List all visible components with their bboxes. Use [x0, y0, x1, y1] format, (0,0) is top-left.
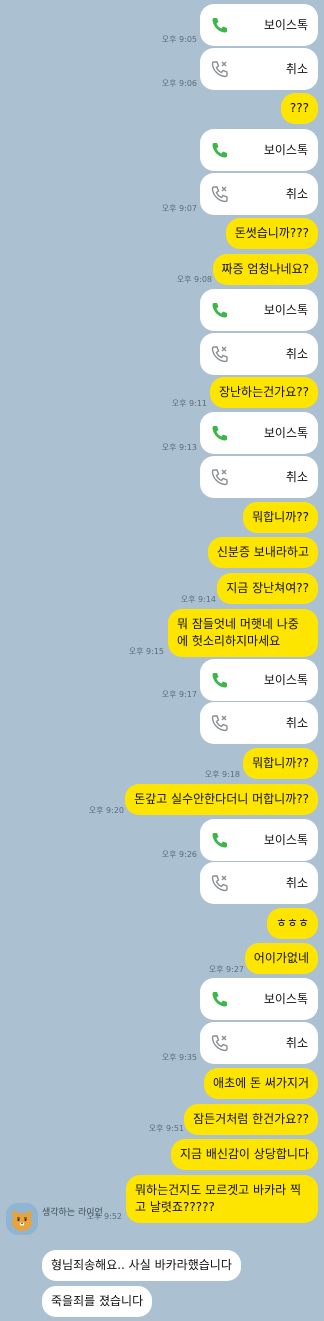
their-message: 죽을죄를 졌습니다 [42, 1286, 153, 1317]
call-label: 보이스톡 [263, 303, 308, 317]
phone-icon [212, 18, 227, 33]
my-message: 돈썻습니까??? [225, 218, 318, 249]
phone-icon [212, 673, 227, 688]
canceled-call-bubble[interactable]: 취소 [200, 702, 318, 744]
call-label: 보이스톡 [263, 143, 308, 157]
voice-call-bubble[interactable]: 보이스톡 [200, 129, 318, 171]
canceled-call-icon [211, 186, 228, 203]
their-message: 형님죄송해요.. 사실 바카라했습니다 [42, 1250, 241, 1281]
voice-call-bubble[interactable]: 보이스톡 [200, 412, 318, 454]
voice-call-bubble[interactable]: 보이스톡 [200, 659, 318, 701]
my-message: ??? [280, 93, 318, 124]
phone-icon [212, 992, 227, 1007]
call-label: 취소 [285, 347, 308, 361]
call-label: 보이스톡 [263, 673, 308, 687]
call-label: 취소 [285, 470, 308, 484]
call-label: 취소 [285, 187, 308, 201]
my-message: ㅎㅎㅎ [266, 908, 318, 939]
canceled-call-bubble[interactable]: 취소 [200, 333, 318, 375]
timestamp: 오후 9:07 [161, 204, 197, 213]
voice-call-bubble[interactable]: 보이스톡 [200, 819, 318, 861]
timestamp: 오후 9:14 [180, 595, 216, 604]
timestamp: 오후 9:13 [161, 443, 197, 452]
timestamp: 오후 9:08 [176, 275, 212, 284]
canceled-call-bubble[interactable]: 취소 [200, 862, 318, 904]
canceled-call-icon [211, 875, 228, 892]
my-message: 어이가없네 [244, 943, 318, 974]
call-label: 취소 [285, 62, 308, 76]
timestamp: 오후 9:35 [161, 1053, 197, 1062]
timestamp: 오후 9:05 [161, 35, 197, 44]
my-message: 잠든거처럼 한건가요?? [184, 1104, 318, 1135]
my-message: 지금 장난쳐여?? [217, 573, 318, 604]
canceled-call-icon [211, 1035, 228, 1052]
canceled-call-bubble[interactable]: 취소 [200, 456, 318, 498]
timestamp: 오후 9:06 [161, 79, 197, 88]
timestamp: 오후 9:20 [88, 806, 124, 815]
voice-call-bubble[interactable]: 보이스톡 [200, 4, 318, 46]
my-message: 지금 배신감이 상당합니다 [170, 1139, 318, 1170]
timestamp: 오후 9:26 [161, 850, 197, 859]
my-message: 돈갚고 실수안한다더니 머합니까?? [125, 784, 318, 815]
call-label: 보이스톡 [263, 833, 308, 847]
my-message: 뭐 잠들엇네 머햇네 나중에 헛소리하지마세요 [168, 609, 318, 657]
call-label: 보이스톡 [263, 18, 308, 32]
phone-icon [212, 426, 227, 441]
timestamp: 오후 9:15 [128, 647, 164, 656]
call-label: 취소 [285, 1036, 308, 1050]
timestamp: 오후 9:11 [171, 399, 207, 408]
timestamp: 오후 9:51 [148, 1124, 184, 1133]
canceled-call-icon [211, 346, 228, 363]
canceled-call-icon [211, 715, 228, 732]
call-label: 보이스톡 [263, 992, 308, 1006]
canceled-call-icon [211, 469, 228, 486]
my-message: 애초에 돈 써가지거 [204, 1068, 318, 1099]
my-message: 뭐합니까?? [243, 748, 318, 779]
my-message: 장난하는건가요?? [209, 377, 318, 408]
my-message: 뭐합니까?? [243, 502, 318, 533]
my-message: 뭐하는건지도 모르겟고 바카라 찍고 날렷죠????? [126, 1175, 318, 1223]
call-label: 보이스톡 [263, 426, 308, 440]
chat-room: 보이스톡 오후 9:05 취소 오후 9:06 ??? 보이스톡 취소 오후 9… [0, 0, 324, 1321]
canceled-call-bubble[interactable]: 취소 [200, 48, 318, 90]
voice-call-bubble[interactable]: 보이스톡 [200, 289, 318, 331]
phone-icon [212, 833, 227, 848]
my-message: 짜증 엄청나네요? [212, 254, 318, 285]
timestamp: 오후 9:27 [208, 965, 244, 974]
avatar[interactable] [6, 1203, 38, 1235]
timestamp: 오후 9:18 [204, 770, 240, 779]
call-label: 취소 [285, 876, 308, 890]
phone-icon [212, 303, 227, 318]
sender-name: 생각하는 라이언 [42, 1208, 103, 1218]
call-label: 취소 [285, 716, 308, 730]
phone-icon [212, 143, 227, 158]
voice-call-bubble[interactable]: 보이스톡 [200, 978, 318, 1020]
canceled-call-bubble[interactable]: 취소 [200, 173, 318, 215]
ryan-character-icon [6, 1203, 38, 1235]
canceled-call-bubble[interactable]: 취소 [200, 1022, 318, 1064]
timestamp: 오후 9:17 [161, 690, 197, 699]
my-message: 신분증 보내라하고 [207, 537, 318, 568]
canceled-call-icon [211, 61, 228, 78]
